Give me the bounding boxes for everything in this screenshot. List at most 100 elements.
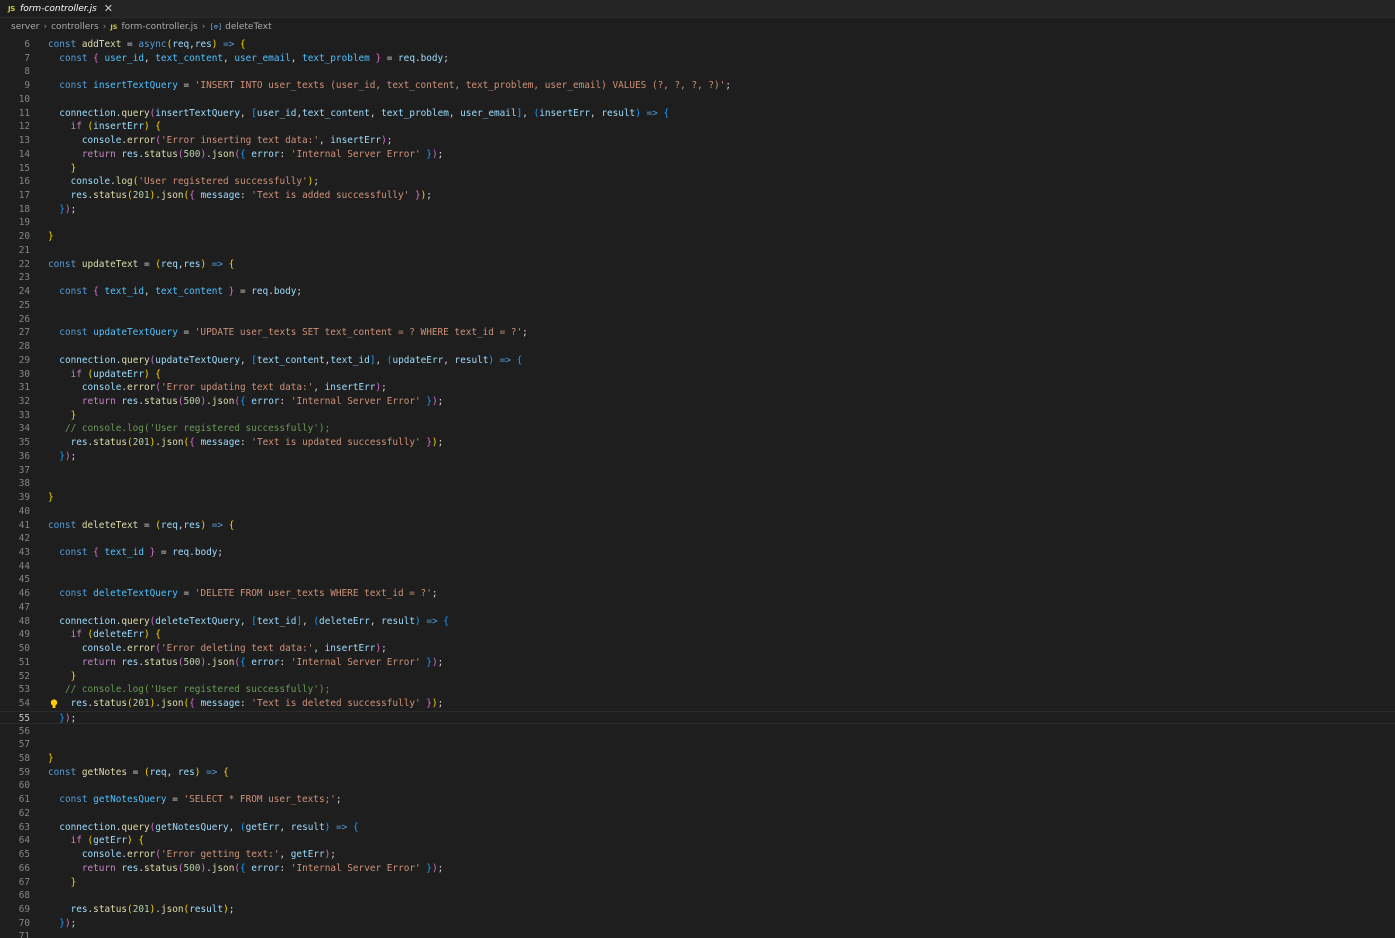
code-line[interactable]: 23 [0,271,1395,285]
code-line[interactable]: 47 [0,601,1395,615]
code-line[interactable]: 39} [0,491,1395,505]
code-line[interactable]: 60 [0,779,1395,793]
code-line[interactable]: 45 [0,573,1395,587]
code-line[interactable]: 51 return res.status(500).json({ error: … [0,656,1395,670]
code-line[interactable]: 53 // console.log('User registered succe… [0,683,1395,697]
code-line[interactable]: 42 [0,532,1395,546]
breadcrumb-item-file[interactable]: form-controller.js [121,22,197,32]
code-line[interactable]: 56 [0,725,1395,739]
code-line[interactable]: 68 [0,889,1395,903]
code-token: deleteTextQuery [155,615,240,627]
code-line[interactable]: 54 res.status(201).json({ message: 'Text… [0,697,1395,711]
code-line[interactable]: 33 } [0,409,1395,423]
code-line[interactable]: 20} [0,230,1395,244]
code-line[interactable]: 25 [0,299,1395,313]
line-number: 7 [24,52,30,64]
line-number: 10 [18,93,30,105]
code-token: console [81,135,122,147]
code-line[interactable]: 18 }); [0,203,1395,217]
close-icon[interactable]: ✕ [104,3,113,14]
code-line[interactable]: 50 console.error('Error deleting text da… [0,642,1395,656]
code-token: } [420,395,432,407]
code-token: , [239,107,252,119]
code-line[interactable]: 24 const { text_id, text_content } = req… [0,285,1395,299]
code-line[interactable]: 15 } [0,162,1395,176]
code-line[interactable]: 52 } [0,670,1395,684]
code-token: if [70,835,88,847]
code-line[interactable]: 35 res.status(201).json({ message: 'Text… [0,436,1395,450]
breadcrumb-item-server[interactable]: server [11,22,40,32]
code-line[interactable]: 26 [0,313,1395,327]
code-token: updateTextQuery [155,354,240,366]
code-token: = [234,286,252,298]
code-text: } [48,752,54,766]
code-line[interactable]: 65 console.error('Error getting text:', … [0,848,1395,862]
code-line[interactable]: 10 [0,93,1395,107]
code-line[interactable]: 22 const updateText = (req,res) => { [0,258,1395,272]
code-token: text_problem [302,52,370,64]
code-line[interactable]: 8 [0,65,1395,79]
code-editor[interactable]: 6 const addText = async(req,res) => {7 co… [0,38,1395,938]
tab-form-controller[interactable]: JS form-controller.js ✕ [0,0,113,17]
code-token: => [646,107,658,119]
code-token: ; [70,712,77,724]
code-line[interactable]: 19 [0,216,1395,230]
code-line[interactable]: 27 const updateTextQuery = 'UPDATE user_… [0,326,1395,340]
code-token: 500 [183,656,201,668]
code-line[interactable]: 55 }); [0,710,1395,725]
code-token: updateTextQuery [93,327,178,339]
code-line[interactable]: 57 [0,738,1395,752]
code-text: const insertTextQuery = 'INSERT INTO use… [48,79,731,93]
code-token: connection [59,615,116,627]
code-token: deleteErr [319,615,370,627]
code-line[interactable]: 43 const { text_id } = req.body; [0,546,1395,560]
code-line[interactable]: 9 const insertTextQuery = 'INSERT INTO u… [0,79,1395,93]
code-line[interactable]: 13 console.error('Error inserting text d… [0,134,1395,148]
code-line[interactable]: 59 const getNotes = (req, res) => { [0,766,1395,780]
code-token: = [121,39,139,50]
code-line[interactable]: 40 [0,505,1395,519]
code-line[interactable]: 63 connection.query(getNotesQuery, (getE… [0,821,1395,835]
code-line[interactable]: 31 console.error('Error updating text da… [0,381,1395,395]
code-line[interactable]: 36 }); [0,450,1395,464]
code-line[interactable]: 49 if (deleteErr) { [0,628,1395,642]
code-line[interactable]: 70 }); [0,917,1395,931]
code-line[interactable]: 66 return res.status(500).json({ error: … [0,862,1395,876]
code-line[interactable]: 34 // console.log('User registered succe… [0,422,1395,436]
code-line[interactable]: 28 [0,340,1395,354]
code-line[interactable]: 6 const addText = async(req,res) => { [0,38,1395,52]
code-token: req [160,519,178,531]
code-line[interactable]: 29 connection.query(updateTextQuery, [te… [0,354,1395,368]
code-line[interactable]: 69 res.status(201).json(result); [0,903,1395,917]
breadcrumb-item-controllers[interactable]: controllers [51,22,99,32]
code-line[interactable]: 21 [0,244,1395,258]
code-line[interactable]: 67 } [0,876,1395,890]
code-line[interactable]: 37 [0,464,1395,478]
code-line[interactable]: 62 [0,807,1395,821]
breadcrumb-item-symbol[interactable]: deleteText [225,22,272,32]
code-line[interactable]: 48 connection.query(deleteTextQuery, [te… [0,615,1395,629]
code-line[interactable]: 11 connection.query(insertTextQuery, [us… [0,107,1395,121]
code-line[interactable]: 46 const deleteTextQuery = 'DELETE FROM … [0,587,1395,601]
code-line[interactable]: 17 res.status(201).json({ message: 'Text… [0,189,1395,203]
code-line[interactable]: 14 return res.status(500).json({ error: … [0,148,1395,162]
code-token: console [81,643,122,655]
code-line[interactable]: 58} [0,752,1395,766]
code-line[interactable]: 12 if (insertErr) { [0,120,1395,134]
code-line[interactable]: 41 const deleteText = (req,res) => { [0,519,1395,533]
code-line[interactable]: 32 return res.status(500).json({ error: … [0,395,1395,409]
code-token: , [228,821,240,833]
code-line[interactable]: 71 [0,930,1395,938]
code-line[interactable]: 30 if (updateErr) { [0,368,1395,382]
code-text: console.error('Error inserting text data… [48,134,393,148]
code-line[interactable]: 38 [0,477,1395,491]
code-line[interactable]: 44 [0,560,1395,574]
code-line[interactable]: 7 const { user_id, text_content, user_em… [0,52,1395,66]
code-token: json [160,698,184,710]
code-token: error [127,135,156,147]
code-line[interactable]: 61 const getNotesQuery = 'SELECT * FROM … [0,793,1395,807]
code-line[interactable]: 16 console.log('User registered successf… [0,175,1395,189]
line-number: 38 [18,478,30,490]
code-line[interactable]: 64 if (getErr) { [0,834,1395,848]
code-token: insertErr [93,121,144,133]
